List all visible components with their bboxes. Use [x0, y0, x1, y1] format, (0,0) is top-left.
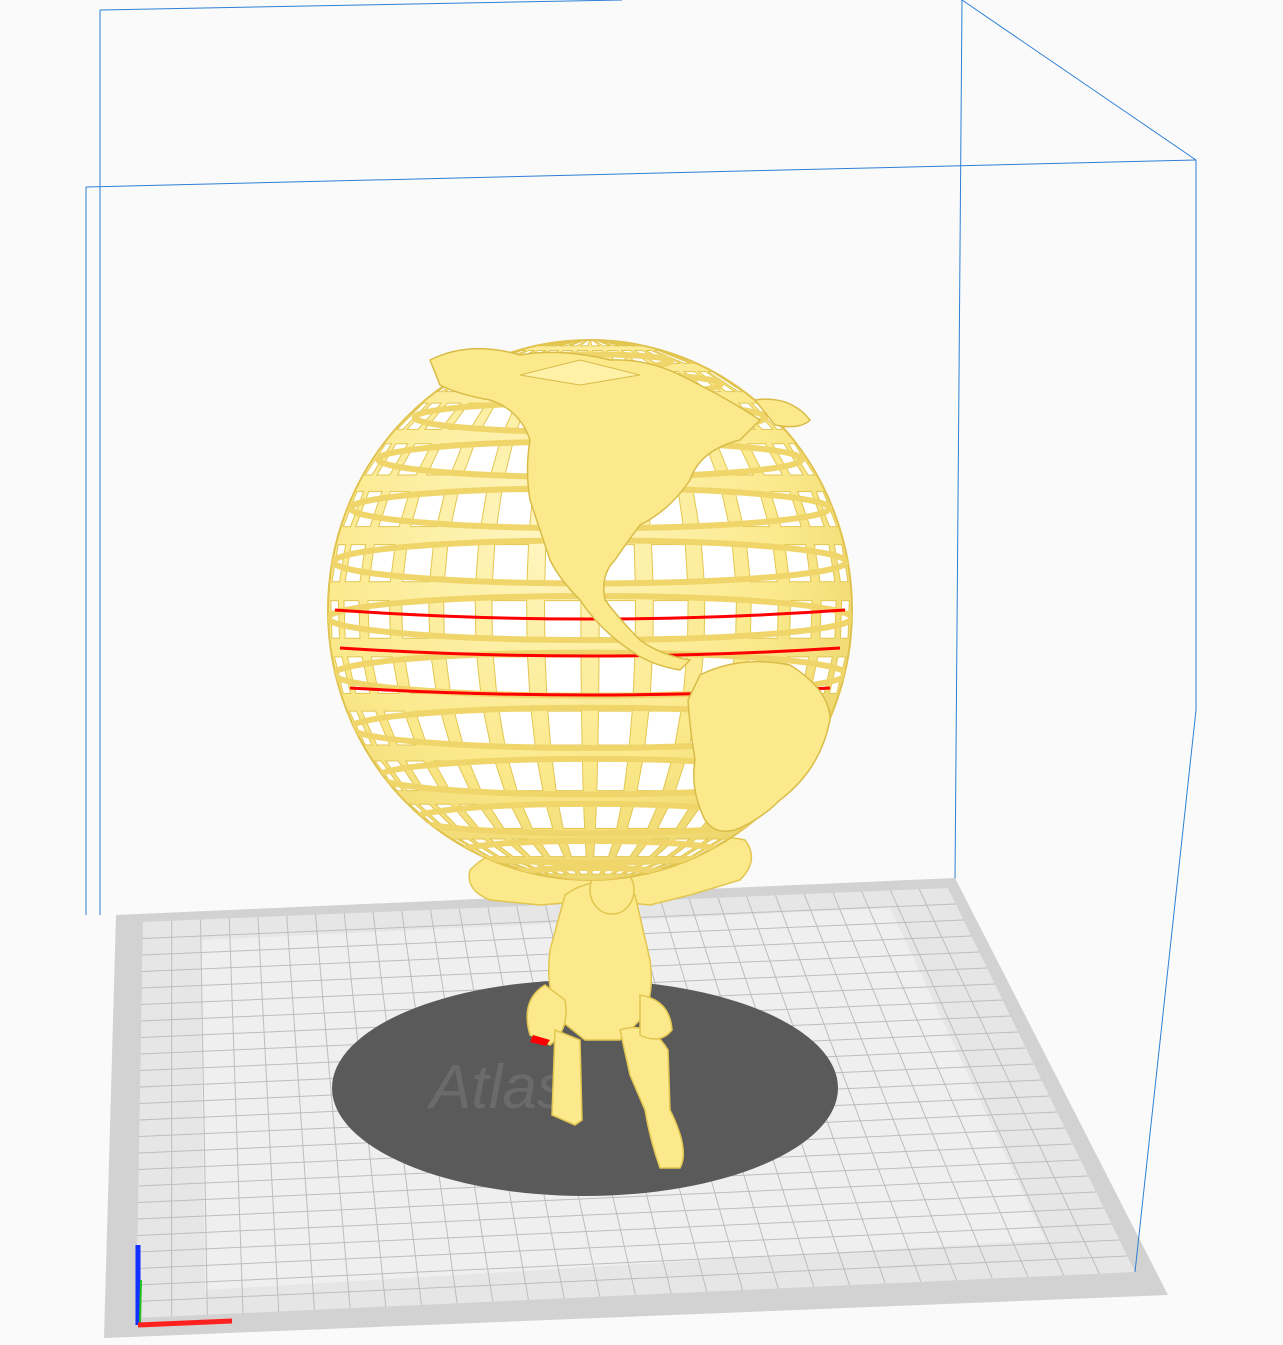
scene-canvas[interactable]: Atlas: [0, 0, 1283, 1340]
globe-cell: [444, 601, 476, 639]
3d-viewport[interactable]: Atlas: [0, 0, 1283, 1340]
globe-cell: [446, 657, 481, 694]
globe-cell: [545, 657, 581, 694]
globe-model[interactable]: [328, 340, 852, 882]
globe-cell: [704, 601, 736, 639]
globe-cell: [599, 657, 635, 694]
globe-cell: [645, 711, 681, 745]
globe-cell: [558, 804, 584, 828]
globe-cell: [598, 711, 632, 745]
axis-y: [140, 1280, 141, 1325]
globe-cell: [652, 545, 688, 582]
globe-cell: [499, 711, 535, 745]
globe-cell: [493, 657, 529, 694]
globe-cell: [444, 545, 478, 582]
globe-cell: [597, 761, 628, 791]
shadow-watermark: Atlas: [426, 1053, 568, 1122]
globe-cell: [595, 804, 621, 828]
globe-cell: [701, 545, 735, 582]
globe-cell: [492, 545, 528, 582]
globe-cell: [497, 492, 533, 527]
globe-cell: [548, 711, 582, 745]
globe-cell: [552, 761, 583, 791]
